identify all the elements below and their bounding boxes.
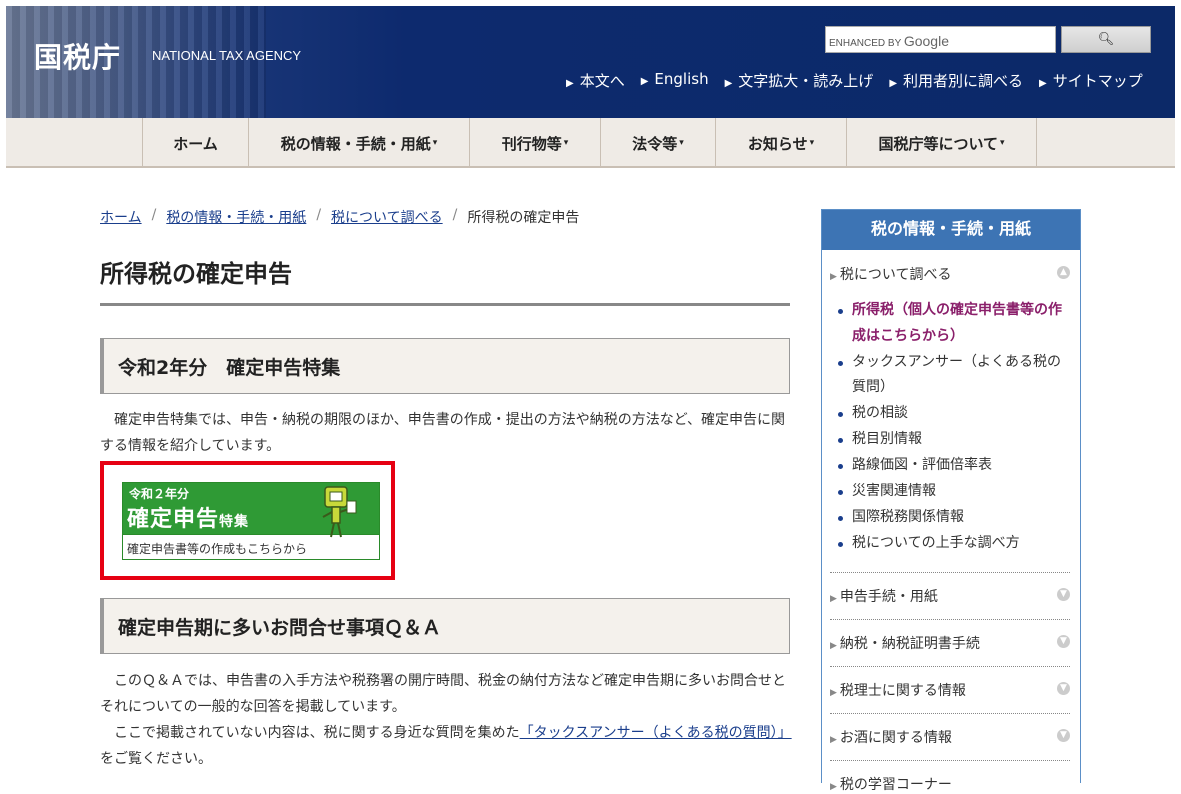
sidebar-heading: 税の情報・手続・用紙 xyxy=(822,210,1080,250)
banner-highlight-frame: 令和２年分 確定申告特集 確定申告書等の作成もこちらから xyxy=(100,461,395,580)
sidebar-divider xyxy=(830,619,1070,620)
breadcrumb-link-research[interactable]: 税について調べる xyxy=(331,207,443,227)
caret-right-icon: ▶ xyxy=(830,594,837,604)
chevron-down-icon[interactable]: ▼ xyxy=(1057,729,1070,742)
filing-special-banner[interactable]: 令和２年分 確定申告特集 確定申告書等の作成もこちらから xyxy=(122,482,380,560)
section-faq-text: このＱ＆Ａでは、申告書の入手方法や税務署の開庁時間、税金の納付方法など確定申告期… xyxy=(100,673,786,715)
util-link-by-user[interactable]: ▶ 利用者別に調べる xyxy=(889,70,1023,91)
search-input[interactable]: ENHANCED BY Google xyxy=(825,26,1056,53)
caret-right-icon: ▶ xyxy=(830,641,837,651)
gnav-item-home[interactable]: ホーム xyxy=(142,118,248,168)
sidebar-item-consultation[interactable]: 税の相談 xyxy=(836,401,1068,427)
sidebar-category-payment[interactable]: ▶ 納税・納税証明書手続 ▼ xyxy=(830,633,1070,653)
chevron-down-icon: ▾ xyxy=(563,138,569,148)
chevron-up-icon[interactable]: ▲ xyxy=(1057,266,1070,279)
chevron-down-icon: ▾ xyxy=(1000,138,1005,148)
chevron-down-icon[interactable]: ▼ xyxy=(1057,635,1070,648)
breadcrumb: ホーム / 税の情報・手続・用紙 / 税について調べる / 所得税の確定申告 xyxy=(100,207,579,227)
sidebar-category-learning[interactable]: ▶ 税の学習コーナー xyxy=(830,774,1070,794)
chevron-down-icon[interactable]: ▼ xyxy=(1057,682,1070,695)
gnav-item-publications[interactable]: 刊行物等 ▾ xyxy=(469,118,600,168)
sidebar-divider xyxy=(830,713,1070,714)
caret-right-icon: ▶ xyxy=(830,272,837,282)
chevron-down-icon: ▾ xyxy=(679,138,684,148)
util-link-sitemap[interactable]: ▶ サイトマップ xyxy=(1039,70,1143,91)
sidebar-divider xyxy=(830,666,1070,667)
section-heading-faq: 確定申告期に多いお問合せ事項Ｑ＆Ａ xyxy=(100,598,790,654)
site-logo[interactable]: 国税庁 xyxy=(34,36,121,76)
sidebar-item-international[interactable]: 国際税務関係情報 xyxy=(836,505,1068,531)
sidebar-category-accountant[interactable]: ▶ 税理士に関する情報 ▼ xyxy=(830,680,1070,700)
sidebar-item-how-to-search[interactable]: 税についての上手な調べ方 xyxy=(836,531,1068,557)
sidebar-sublist: 所得税（個人の確定申告書等の作成はこちらから） タックスアンサー（よくある税の質… xyxy=(836,298,1068,557)
global-nav: ホーム 税の情報・手続・用紙 ▾ 刊行物等 ▾ 法令等 ▾ お知らせ ▾ 国税庁等につい… xyxy=(6,118,1175,168)
gnav-item-tax-info[interactable]: 税の情報・手続・用紙 ▾ xyxy=(248,118,469,168)
gnav-item-about[interactable]: 国税庁等について ▾ xyxy=(846,118,1037,168)
page-title: 所得税の確定申告 xyxy=(100,260,292,288)
breadcrumb-current: 所得税の確定申告 xyxy=(467,210,580,226)
breadcrumb-separator: / xyxy=(151,207,157,223)
caret-right-icon: ▶ xyxy=(830,782,837,792)
sidebar-divider xyxy=(830,572,1070,573)
section-faq-text2: ここで掲載されていない内容は、税に関する身近な質問を集めた「タックスアンサー（よ… xyxy=(100,725,792,767)
sidebar: 税の情報・手続・用紙 ▶ 税について調べる ▲ 所得税（個人の確定申告書等の作成は… xyxy=(821,209,1081,793)
sidebar-item-by-tax[interactable]: 税目別情報 xyxy=(836,427,1068,453)
sidebar-category-filing[interactable]: ▶ 申告手続・用紙 ▼ xyxy=(830,586,1070,606)
caret-right-icon: ▶ xyxy=(830,735,837,745)
mascot-icon xyxy=(322,486,357,538)
sidebar-item-route-price[interactable]: 路線価図・評価倍率表 xyxy=(836,453,1068,479)
gnav-item-news[interactable]: お知らせ ▾ xyxy=(715,118,846,168)
section-heading-special: 令和2年分 確定申告特集 xyxy=(100,338,790,394)
sidebar-item-income-tax[interactable]: 所得税（個人の確定申告書等の作成はこちらから） xyxy=(836,298,1068,349)
caret-right-icon: ▶ xyxy=(830,688,837,698)
breadcrumb-separator: / xyxy=(452,207,458,223)
search-enhanced-label: ENHANCED BY xyxy=(829,38,902,49)
search-button[interactable]: 🔍︎ xyxy=(1061,26,1151,53)
sidebar-category-research[interactable]: ▶ 税について調べる ▲ xyxy=(830,264,1070,284)
gnav-item-laws[interactable]: 法令等 ▾ xyxy=(600,118,715,168)
sidebar-item-tax-answer[interactable]: タックスアンサー（よくある税の質問） xyxy=(836,350,1068,401)
util-link-english[interactable]: ▶ English xyxy=(641,70,709,91)
site-header: 国税庁 NATIONAL TAX AGENCY ENHANCED BY Goog… xyxy=(6,6,1175,118)
tax-answer-link[interactable]: 「タックスアンサー（よくある税の質問）」 xyxy=(520,725,792,741)
breadcrumb-link-home[interactable]: ホーム xyxy=(100,207,142,227)
title-divider xyxy=(100,303,790,306)
sidebar-category-alcohol[interactable]: ▶ お酒に関する情報 ▼ xyxy=(830,727,1070,747)
breadcrumb-separator: / xyxy=(316,207,322,223)
sidebar-item-disaster[interactable]: 災害関連情報 xyxy=(836,479,1068,505)
breadcrumb-link-tax-info[interactable]: 税の情報・手続・用紙 xyxy=(166,207,306,227)
google-logo: Google xyxy=(903,33,949,49)
util-link-accessibility[interactable]: ▶ 文字拡大・読み上げ xyxy=(725,70,874,91)
chevron-down-icon: ▾ xyxy=(809,138,815,148)
chevron-down-icon: ▾ xyxy=(432,138,438,148)
search-icon: 🔍︎ xyxy=(1097,32,1115,47)
util-link-skip[interactable]: ▶ 本文へ xyxy=(566,70,625,91)
utility-nav: ▶ 本文へ ▶ English ▶ 文字拡大・読み上げ ▶ 利用者別に調べる ▶ サイトマ… xyxy=(566,70,1143,91)
sidebar-divider xyxy=(830,760,1070,761)
site-title-en: NATIONAL TAX AGENCY xyxy=(152,48,302,63)
chevron-down-icon[interactable]: ▼ xyxy=(1057,588,1070,601)
section-special-text: 確定申告特集では、申告・納税の期限のほか、申告書の作成・提出の方法や納税の方法な… xyxy=(100,412,786,454)
